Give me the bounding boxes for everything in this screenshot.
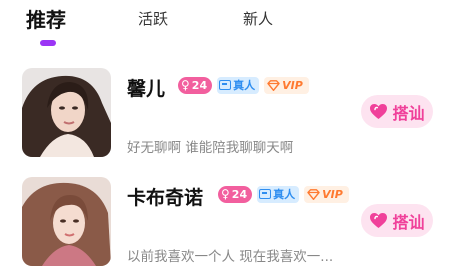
vip-badge: VIP [264, 76, 309, 94]
real-person-badge: 真人 [257, 185, 300, 203]
real-label: 真人 [273, 188, 296, 201]
id-card-icon [259, 189, 272, 199]
chat-button[interactable]: 搭讪 [361, 204, 433, 237]
tab-recommend[interactable]: 推荐 [26, 4, 66, 33]
vip-badge: VIP [304, 185, 349, 203]
tab-bar: 推荐 活跃 新人 [0, 0, 450, 55]
tab-new[interactable]: 新人 [243, 8, 273, 29]
heart-icon [370, 104, 388, 119]
diamond-icon [307, 188, 320, 200]
user-bio: 好无聊啊 谁能陪我聊聊天啊 [127, 140, 294, 156]
real-label: 真人 [233, 79, 256, 92]
vip-label: VIP [282, 78, 303, 92]
tab-indicator [40, 40, 56, 46]
tab-active[interactable]: 活跃 [138, 8, 168, 29]
id-card-icon [219, 80, 232, 90]
female-icon: ♀ [181, 78, 190, 92]
age-value: 24 [191, 78, 208, 92]
user-card[interactable]: 卡布奇诺 ♀ 24 真人 VIP 搭讪 以前我喜欢一个人 现在我喜欢一... [0, 175, 450, 272]
heart-icon [370, 213, 388, 228]
female-icon: ♀ [221, 187, 230, 201]
chat-label: 搭讪 [392, 103, 425, 123]
badge-row: ♀ 24 真人 VIP [178, 76, 309, 94]
user-name: 馨儿 [127, 78, 166, 100]
chat-label: 搭讪 [392, 212, 425, 232]
age-value: 24 [231, 187, 248, 201]
user-card[interactable]: 馨儿 ♀ 24 真人 VIP 搭讪 好无聊啊 谁能陪我聊聊天啊 [0, 66, 450, 166]
avatar[interactable] [22, 68, 111, 157]
badge-row: ♀ 24 真人 VIP [218, 185, 349, 203]
avatar[interactable] [22, 177, 111, 266]
vip-label: VIP [322, 187, 343, 201]
real-person-badge: 真人 [217, 76, 260, 94]
diamond-icon [267, 79, 280, 91]
user-bio: 以前我喜欢一个人 现在我喜欢一... [127, 249, 334, 265]
user-name: 卡布奇诺 [127, 187, 204, 209]
age-badge: ♀ 24 [178, 76, 213, 94]
chat-button[interactable]: 搭讪 [361, 95, 433, 128]
age-badge: ♀ 24 [218, 185, 253, 203]
